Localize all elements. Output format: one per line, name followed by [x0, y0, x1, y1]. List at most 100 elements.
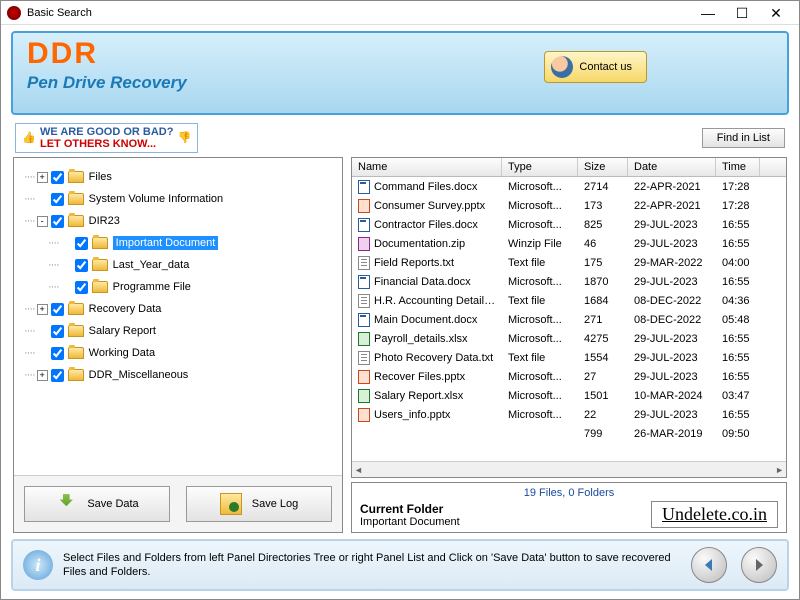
- file-row[interactable]: Recover Files.pptxMicrosoft...2729-JUL-2…: [352, 367, 786, 386]
- tree-item[interactable]: ····Programme File: [18, 276, 338, 298]
- folder-icon: [68, 171, 84, 183]
- file-icon: [358, 408, 370, 422]
- horizontal-scrollbar[interactable]: ◄►: [352, 461, 786, 477]
- file-list[interactable]: Command Files.docxMicrosoft...271422-APR…: [352, 177, 786, 461]
- tree-checkbox[interactable]: [51, 215, 64, 228]
- thumbs-down-icon: 👎: [177, 131, 191, 145]
- file-icon: [358, 389, 370, 403]
- col-date[interactable]: Date: [628, 158, 716, 176]
- nav-forward-button[interactable]: [741, 547, 777, 583]
- tree-item[interactable]: ····Working Data: [18, 342, 338, 364]
- close-button[interactable]: ✕: [759, 3, 793, 23]
- folder-icon: [92, 259, 108, 271]
- expand-toggle[interactable]: +: [37, 172, 48, 183]
- folder-icon: [92, 281, 108, 293]
- vendor-brand: Undelete.co.in: [651, 501, 778, 528]
- expand-toggle[interactable]: +: [37, 370, 48, 381]
- file-row[interactable]: Main Document.docxMicrosoft...27108-DEC-…: [352, 310, 786, 329]
- tree-label: Working Data: [89, 347, 155, 359]
- tree-item[interactable]: ····+DDR_Miscellaneous: [18, 364, 338, 386]
- tree-label: DIR23: [89, 215, 120, 227]
- titlebar: Basic Search — ☐ ✕: [1, 1, 799, 25]
- file-icon: [358, 237, 370, 251]
- tree-checkbox[interactable]: [51, 193, 64, 206]
- file-row[interactable]: H.R. Accounting Details.txtText file1684…: [352, 291, 786, 310]
- tree-label: System Volume Information: [89, 193, 224, 205]
- info-icon: i: [23, 550, 53, 580]
- tree-item[interactable]: ····Last_Year_data: [18, 254, 338, 276]
- file-row[interactable]: Payroll_details.xlsxMicrosoft...427529-J…: [352, 329, 786, 348]
- folder-icon: [68, 325, 84, 337]
- file-icon: [358, 294, 370, 308]
- find-in-list-button[interactable]: Find in List: [702, 128, 785, 148]
- current-folder-label: Current Folder: [360, 502, 460, 516]
- tree-label: Recovery Data: [89, 303, 162, 315]
- status-panel: 19 Files, 0 Folders Current Folder Impor…: [351, 482, 787, 533]
- file-row[interactable]: Consumer Survey.pptxMicrosoft...17322-AP…: [352, 196, 786, 215]
- contact-label: Contact us: [579, 61, 632, 73]
- thumbs-up-icon: 👍: [22, 131, 36, 145]
- tree-item[interactable]: ····System Volume Information: [18, 188, 338, 210]
- file-icon: [358, 332, 370, 346]
- tree-item[interactable]: ····+Recovery Data: [18, 298, 338, 320]
- brand-logo: DDR: [27, 39, 773, 69]
- col-size[interactable]: Size: [578, 158, 628, 176]
- tree-checkbox[interactable]: [51, 369, 64, 382]
- tree-label: Salary Report: [89, 325, 156, 337]
- file-row[interactable]: Contractor Files.docxMicrosoft...82529-J…: [352, 215, 786, 234]
- save-icon: [55, 493, 77, 515]
- directory-tree[interactable]: ····+Files····System Volume Information·…: [14, 158, 342, 475]
- folder-icon: [68, 303, 84, 315]
- file-row[interactable]: Field Reports.txtText file17529-MAR-2022…: [352, 253, 786, 272]
- file-row[interactable]: Documentation.zipWinzip File4629-JUL-202…: [352, 234, 786, 253]
- nav-back-button[interactable]: [691, 547, 727, 583]
- tree-label: Files: [89, 171, 112, 183]
- current-folder-value: Important Document: [360, 516, 460, 528]
- file-icon: [358, 256, 370, 270]
- action-buttons: Save Data Save Log: [14, 475, 342, 532]
- tree-checkbox[interactable]: [75, 259, 88, 272]
- tree-checkbox[interactable]: [75, 281, 88, 294]
- file-icon: [358, 218, 370, 232]
- tree-item[interactable]: ····Salary Report: [18, 320, 338, 342]
- file-row[interactable]: Salary Report.xlsxMicrosoft...150110-MAR…: [352, 386, 786, 405]
- folder-icon: [92, 237, 108, 249]
- tree-checkbox[interactable]: [51, 171, 64, 184]
- minimize-button[interactable]: —: [691, 3, 725, 23]
- app-logo-icon: [7, 6, 21, 20]
- tree-item[interactable]: ····+Files: [18, 166, 338, 188]
- file-row[interactable]: Command Files.docxMicrosoft...271422-APR…: [352, 177, 786, 196]
- col-type[interactable]: Type: [502, 158, 578, 176]
- tree-item[interactable]: ····-DIR23: [18, 210, 338, 232]
- tree-checkbox[interactable]: [75, 237, 88, 250]
- tree-label: Important Document: [113, 236, 219, 250]
- tree-item[interactable]: ····Important Document: [18, 232, 338, 254]
- expand-toggle[interactable]: +: [37, 304, 48, 315]
- tree-panel: ····+Files····System Volume Information·…: [13, 157, 343, 533]
- list-header: Name Type Size Date Time: [352, 158, 786, 177]
- tree-label: DDR_Miscellaneous: [89, 369, 189, 381]
- brand-subtitle: Pen Drive Recovery: [27, 73, 773, 93]
- expand-toggle[interactable]: -: [37, 216, 48, 227]
- col-name[interactable]: Name: [352, 158, 502, 176]
- file-icon: [358, 199, 370, 213]
- col-time[interactable]: Time: [716, 158, 760, 176]
- toolbar: 👍 WE ARE GOOD OR BAD? LET OTHERS KNOW...…: [1, 115, 799, 157]
- save-data-button[interactable]: Save Data: [24, 486, 170, 522]
- tree-checkbox[interactable]: [51, 325, 64, 338]
- file-row[interactable]: Financial Data.docxMicrosoft...187029-JU…: [352, 272, 786, 291]
- contact-us-button[interactable]: Contact us: [544, 51, 647, 83]
- tree-checkbox[interactable]: [51, 303, 64, 316]
- feedback-banner[interactable]: 👍 WE ARE GOOD OR BAD? LET OTHERS KNOW...…: [15, 123, 198, 153]
- file-row[interactable]: Photo Recovery Data.txtText file155429-J…: [352, 348, 786, 367]
- maximize-button[interactable]: ☐: [725, 3, 759, 23]
- tree-checkbox[interactable]: [51, 347, 64, 360]
- folder-icon: [68, 369, 84, 381]
- file-icon: [358, 180, 370, 194]
- window-title: Basic Search: [27, 7, 691, 19]
- file-row[interactable]: 79926-MAR-201909:50: [352, 424, 786, 443]
- file-row[interactable]: Users_info.pptxMicrosoft...2229-JUL-2023…: [352, 405, 786, 424]
- file-counts: 19 Files, 0 Folders: [360, 487, 778, 499]
- save-log-button[interactable]: Save Log: [186, 486, 332, 522]
- tree-label: Last_Year_data: [113, 259, 190, 271]
